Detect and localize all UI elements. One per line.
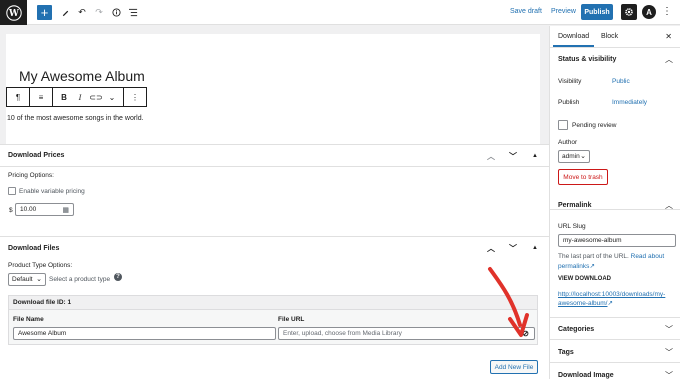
wordpress-logo-icon[interactable]: W [0, 0, 27, 25]
publish-date-toggle[interactable]: Immediately [612, 99, 647, 106]
status-visibility-heading[interactable]: Status & visibility ︿ [550, 48, 680, 70]
file-name-label: File Name [13, 316, 44, 323]
settings-gear-icon[interactable] [621, 4, 637, 20]
chevron-down-icon: ﹀ [665, 348, 673, 357]
more-options-icon[interactable]: ⋮ [662, 6, 672, 17]
chevron-down-icon: ⌄ [36, 276, 42, 283]
download-prices-metabox: Download Prices ︿ ﹀ ▲ Pricing Options: E… [0, 144, 549, 236]
undo-icon[interactable]: ↶ [76, 4, 88, 21]
move-up-icon[interactable]: ︿ [485, 151, 497, 162]
svg-text:W: W [8, 9, 19, 19]
details-info-icon[interactable] [110, 4, 122, 21]
save-draft-button[interactable]: Save draft [510, 8, 542, 15]
download-files-metabox: Download Files ︿ ﹀ ▲ Product Type Option… [0, 236, 549, 379]
chevron-down-icon: ⌄ [580, 153, 586, 160]
align-left-icon[interactable]: ≡ [33, 88, 49, 106]
tab-block[interactable]: Block [601, 33, 618, 40]
top-toolbar: W + ↶ ↷ Save draft Preview Publish A ⋮ [0, 0, 680, 25]
block-toolbar: ¶ ≡ B I ⊂⊃ ⌄ ⋮ [6, 87, 147, 107]
external-link-icon: ↗ [607, 300, 613, 307]
chevron-up-icon: ︿ [665, 201, 673, 210]
variable-pricing-label: Enable variable pricing [19, 188, 85, 195]
author-label: Author [558, 139, 578, 146]
view-download-link[interactable]: http://localhost:10003/downloads/my- awe… [558, 290, 680, 308]
product-type-label: Product Type Options: [8, 262, 73, 269]
chevron-down-icon: ﹀ [665, 325, 673, 334]
price-input[interactable]: 10.00 ▦ [15, 203, 74, 216]
view-download-label: VIEW DOWNLOAD [558, 276, 611, 282]
paragraph-icon[interactable]: ¶ [10, 88, 26, 106]
italic-icon[interactable]: I [72, 88, 88, 106]
permalink-panel: Permalink ︿ URL Slug my-awesome-album Th… [550, 194, 680, 318]
product-type-hint: Select a product type [49, 276, 111, 283]
currency-symbol: $ [9, 207, 13, 214]
author-select[interactable]: admin ⌄ [558, 150, 590, 163]
download-prices-heading: Download Prices ︿ ﹀ ▲ [0, 145, 549, 167]
post-title[interactable]: My Awesome Album [19, 68, 145, 84]
pending-review-label: Pending review [572, 122, 617, 129]
move-up-icon[interactable]: ︿ [485, 243, 497, 254]
toggle-panel-icon[interactable]: ▲ [529, 153, 541, 159]
add-block-button[interactable]: + [37, 5, 52, 20]
calculator-icon: ▦ [62, 207, 69, 214]
move-down-icon[interactable]: ﹀ [507, 151, 519, 162]
astra-plugin-icon[interactable]: A [642, 5, 656, 19]
read-about-link[interactable]: Read about [631, 253, 665, 260]
preview-button[interactable]: Preview [551, 8, 576, 15]
pending-review-checkbox[interactable] [558, 120, 568, 130]
edit-tools-icon[interactable] [59, 4, 71, 21]
move-to-trash-button[interactable]: Move to trash [558, 169, 608, 185]
product-type-select[interactable]: Default ⌄ [8, 273, 46, 286]
move-down-icon[interactable]: ﹀ [507, 243, 519, 254]
chevron-up-icon: ︿ [665, 55, 673, 64]
download-files-heading: Download Files ︿ ﹀ ▲ [0, 237, 549, 259]
url-slug-label: URL Slug [558, 223, 586, 230]
visibility-toggle[interactable]: Public [612, 78, 630, 85]
categories-panel[interactable]: Categories ﹀ [550, 318, 680, 340]
external-link-icon: ↗ [589, 263, 595, 270]
chevron-down-icon[interactable]: ⌄ [104, 88, 120, 106]
redo-icon[interactable]: ↷ [93, 4, 105, 21]
download-file-panel: Download file ID: 1 File Name Awesome Al… [8, 295, 538, 345]
settings-sidebar: Download Block ✕ Status & visibility ︿ V… [549, 26, 680, 379]
tags-panel[interactable]: Tags ﹀ [550, 341, 680, 363]
file-name-input[interactable]: Awesome Album [13, 327, 276, 340]
pricing-options-label: Pricing Options: [8, 172, 54, 179]
file-url-label: File URL [278, 316, 305, 323]
tab-download[interactable]: Download [552, 33, 595, 47]
publish-label: Publish [558, 99, 580, 106]
sidebar-tabs: Download Block ✕ [550, 26, 680, 48]
url-slug-input[interactable]: my-awesome-album [558, 234, 676, 247]
link-icon[interactable]: ⊂⊃ [88, 88, 104, 106]
permalink-note: The last part of the URL. Read about per… [558, 253, 665, 270]
download-file-id: Download file ID: 1 [9, 296, 537, 310]
editor-canvas: My Awesome Album ¶ ≡ B I ⊂⊃ ⌄ ⋮ 10 of th… [6, 34, 540, 158]
visibility-label: Visibility [558, 78, 582, 85]
editor-area: My Awesome Album ¶ ≡ B I ⊂⊃ ⌄ ⋮ 10 of th… [0, 26, 549, 379]
bold-icon[interactable]: B [56, 88, 72, 106]
download-image-panel[interactable]: Download Image ﹀ [550, 364, 680, 379]
help-icon[interactable]: ? [114, 273, 122, 281]
list-view-icon[interactable] [127, 4, 139, 21]
add-new-file-button[interactable]: Add New File [490, 360, 538, 374]
chevron-down-icon: ﹀ [665, 371, 673, 379]
toggle-panel-icon[interactable]: ▲ [529, 245, 541, 251]
block-options-icon[interactable]: ⋮ [127, 88, 143, 106]
permalinks-link[interactable]: permalinks [558, 263, 589, 270]
annotation-arrow-icon [488, 267, 529, 337]
close-icon[interactable]: ✕ [665, 32, 672, 41]
paragraph-block[interactable]: 10 of the most awesome songs in the worl… [7, 115, 144, 122]
permalink-heading[interactable]: Permalink ︿ [550, 194, 680, 216]
status-visibility-panel: Status & visibility ︿ Visibility Public … [550, 48, 680, 210]
variable-pricing-checkbox[interactable] [8, 187, 16, 195]
publish-button[interactable]: Publish [581, 4, 613, 20]
